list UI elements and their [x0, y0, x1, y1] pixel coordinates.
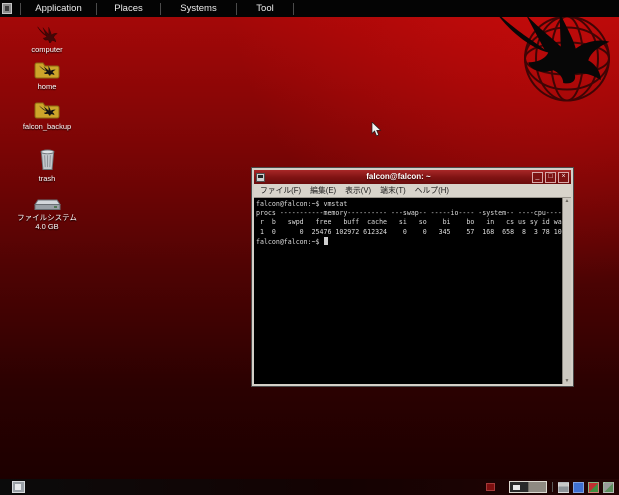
terminal-cursor	[324, 237, 328, 245]
computer-eagle-icon	[36, 26, 58, 43]
desktop-icon-trash[interactable]: trash	[19, 147, 75, 183]
mouse-cursor	[371, 122, 382, 137]
terminal-prompt: falcon@falcon:~$	[256, 238, 324, 246]
terminal-prompt-line: falcon@falcon:~$	[256, 237, 562, 247]
top-menubar: Application Places Systems Tool	[0, 0, 619, 17]
menu-places[interactable]: Places	[96, 3, 160, 15]
desktop-icon-home[interactable]: home	[19, 60, 75, 91]
tray-icon-2[interactable]	[573, 482, 584, 493]
window-controls: _ □ ×	[532, 172, 569, 183]
terminal-menu-terminal[interactable]: 端末(T)	[380, 185, 406, 196]
terminal-line: falcon@falcon:~$ vmstat	[256, 200, 562, 209]
tray-icon-3[interactable]	[588, 482, 599, 493]
menu-application[interactable]: Application	[20, 3, 96, 15]
scroll-down-icon[interactable]: ▼	[565, 378, 570, 384]
terminal-window-icon	[256, 173, 265, 182]
system-tray	[486, 481, 614, 493]
icon-label: ファイルシステム 4.0 GB	[12, 213, 82, 232]
disk-drive-icon	[33, 198, 61, 211]
close-button[interactable]: ×	[558, 172, 569, 183]
scroll-up-icon[interactable]: ▲	[565, 198, 570, 204]
terminal-line: 1 0 0 25476 102972 612324 0 0 345 57 168…	[256, 228, 562, 237]
terminal-menubar: ファイル(F) 編集(E) 表示(V) 端末(T) ヘルプ(H)	[254, 184, 571, 198]
tray-red-icon[interactable]	[486, 483, 495, 491]
terminal-output[interactable]: falcon@falcon:~$ vmstat procs ----------…	[254, 198, 562, 384]
terminal-titlebar[interactable]: falcon@falcon: ~ _ □ ×	[254, 170, 571, 184]
show-desktop-icon[interactable]	[12, 481, 25, 493]
desktop-icon-falcon-backup[interactable]: falcon_backup	[5, 100, 89, 131]
tray-icon-4[interactable]	[603, 482, 614, 493]
terminal-line: r b swpd free buff cache si so bi bo in …	[256, 218, 562, 227]
maximize-button[interactable]: □	[545, 172, 556, 183]
workspace-switcher[interactable]	[509, 481, 547, 493]
desktop-icon-filesystem[interactable]: ファイルシステム 4.0 GB	[3, 198, 91, 232]
folder-icon	[34, 100, 60, 120]
menu-systems[interactable]: Systems	[160, 3, 236, 15]
icon-label: trash	[39, 174, 56, 183]
desktop-background: Application Places Systems Tool computer…	[0, 0, 619, 495]
terminal-line: procs -----------memory---------- ---swa…	[256, 209, 562, 218]
tray-separator	[552, 482, 553, 492]
system-menu-icon[interactable]	[2, 3, 12, 14]
falcon-globe-logo	[479, 4, 619, 109]
icon-label: computer	[31, 45, 62, 54]
minimize-button[interactable]: _	[532, 172, 543, 183]
tray-icon-1[interactable]	[558, 482, 569, 493]
terminal-scrollbar[interactable]: ▲ ▼	[562, 198, 571, 384]
taskbar	[0, 479, 619, 495]
menu-tool[interactable]: Tool	[236, 3, 294, 15]
terminal-menu-edit[interactable]: 編集(E)	[310, 185, 336, 196]
terminal-menu-view[interactable]: 表示(V)	[345, 185, 371, 196]
terminal-menu-help[interactable]: ヘルプ(H)	[415, 185, 449, 196]
workspace-2[interactable]	[528, 482, 547, 492]
desktop-icon-computer[interactable]: computer	[19, 26, 75, 54]
terminal-title: falcon@falcon: ~	[267, 170, 530, 184]
folder-icon	[34, 60, 60, 80]
icon-label: home	[38, 82, 57, 91]
terminal-window: falcon@falcon: ~ _ □ × ファイル(F) 編集(E) 表示(…	[252, 168, 573, 386]
trash-icon	[38, 147, 57, 172]
workspace-1[interactable]	[510, 482, 528, 492]
icon-label: falcon_backup	[23, 122, 71, 131]
terminal-menu-file[interactable]: ファイル(F)	[260, 185, 301, 196]
